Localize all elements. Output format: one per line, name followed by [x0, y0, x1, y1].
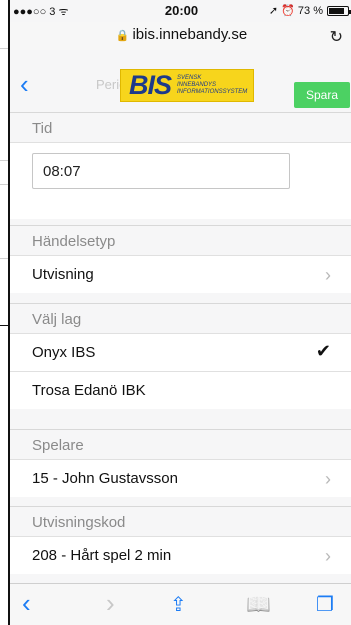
chevron-right-icon: ›: [325, 546, 331, 566]
modal-overlay: ●●●○○ 3 ᯤ 20:00 ➚ ⏰ 73 % 🔒 ibis.innebandy…: [8, 0, 351, 625]
browser-toolbar: ‹ › ⇪ 📖 ❐: [10, 583, 351, 625]
penalty-code-label: Utvisningskod: [10, 506, 351, 536]
background-divider: [0, 325, 8, 326]
save-button[interactable]: Spara: [294, 82, 350, 108]
team-option-label: Onyx IBS: [32, 344, 96, 361]
background-divider: [0, 184, 8, 185]
team-label: Välj lag: [10, 303, 351, 333]
penalty-code-section: Utvisningskod 208 - Hårt spel 2 min ›: [10, 506, 351, 574]
team-option-trosa[interactable]: Trosa Edanö IBK: [10, 371, 351, 409]
battery-icon: [327, 6, 351, 16]
player-section: Spelare 15 - John Gustavsson ›: [10, 429, 351, 497]
player-select[interactable]: 15 - John Gustavsson ›: [10, 459, 351, 497]
tabs-icon[interactable]: ❐: [316, 592, 334, 617]
team-section: Välj lag Onyx IBS ✔ Trosa Edanö IBK: [10, 303, 351, 409]
time-input[interactable]: [32, 153, 290, 189]
reload-icon[interactable]: ↻: [330, 27, 343, 47]
bis-logo: BIS SVENSK INNEBANDYS INFORMATIONSSYSTEM: [120, 69, 254, 102]
background-divider: [0, 48, 8, 49]
event-type-select[interactable]: Utvisning ›: [10, 255, 351, 293]
logo-subtitle: SVENSK INNEBANDYS INFORMATIONSSYSTEM: [177, 75, 248, 95]
logo-text: BIS: [129, 70, 172, 100]
share-icon[interactable]: ⇪: [170, 592, 187, 617]
player-value: 15 - John Gustavsson: [32, 470, 178, 487]
back-nav-icon[interactable]: ‹: [22, 588, 31, 619]
player-label: Spelare: [10, 429, 351, 459]
time-section: Tid: [10, 112, 351, 219]
address-bar[interactable]: 🔒 ibis.innebandy.se ↻: [10, 22, 351, 50]
background-divider: [0, 160, 8, 161]
url-text: ibis.innebandy.se: [132, 26, 248, 43]
penalty-code-value: 208 - Hårt spel 2 min: [32, 547, 172, 564]
time-label: Tid: [10, 112, 351, 142]
event-type-label: Händelsetyp: [10, 225, 351, 255]
background-divider: [0, 258, 8, 259]
event-type-section: Händelsetyp Utvisning ›: [10, 225, 351, 293]
bookmarks-icon[interactable]: 📖: [246, 592, 271, 617]
penalty-code-select[interactable]: 208 - Hårt spel 2 min ›: [10, 536, 351, 574]
event-type-value: Utvisning: [32, 266, 94, 283]
forward-nav-icon[interactable]: ›: [106, 588, 115, 619]
url-display[interactable]: 🔒 ibis.innebandy.se: [10, 26, 351, 43]
status-indicators: ➚ ⏰ 73 %: [268, 5, 323, 17]
checkmark-icon: ✔: [315, 341, 331, 361]
team-option-onyx[interactable]: Onyx IBS ✔: [10, 333, 351, 371]
app-header: Period 2 ‹ BIS SVENSK INNEBANDYS INFORMA…: [10, 65, 351, 111]
lock-icon: 🔒: [115, 30, 130, 42]
chevron-right-icon: ›: [325, 265, 331, 285]
chevron-right-icon: ›: [325, 469, 331, 489]
team-option-label: Trosa Edanö IBK: [32, 382, 146, 399]
status-bar: ●●●○○ 3 ᯤ 20:00 ➚ ⏰ 73 %: [10, 0, 351, 22]
time-box: [10, 142, 351, 219]
back-button[interactable]: ‹: [20, 71, 29, 97]
